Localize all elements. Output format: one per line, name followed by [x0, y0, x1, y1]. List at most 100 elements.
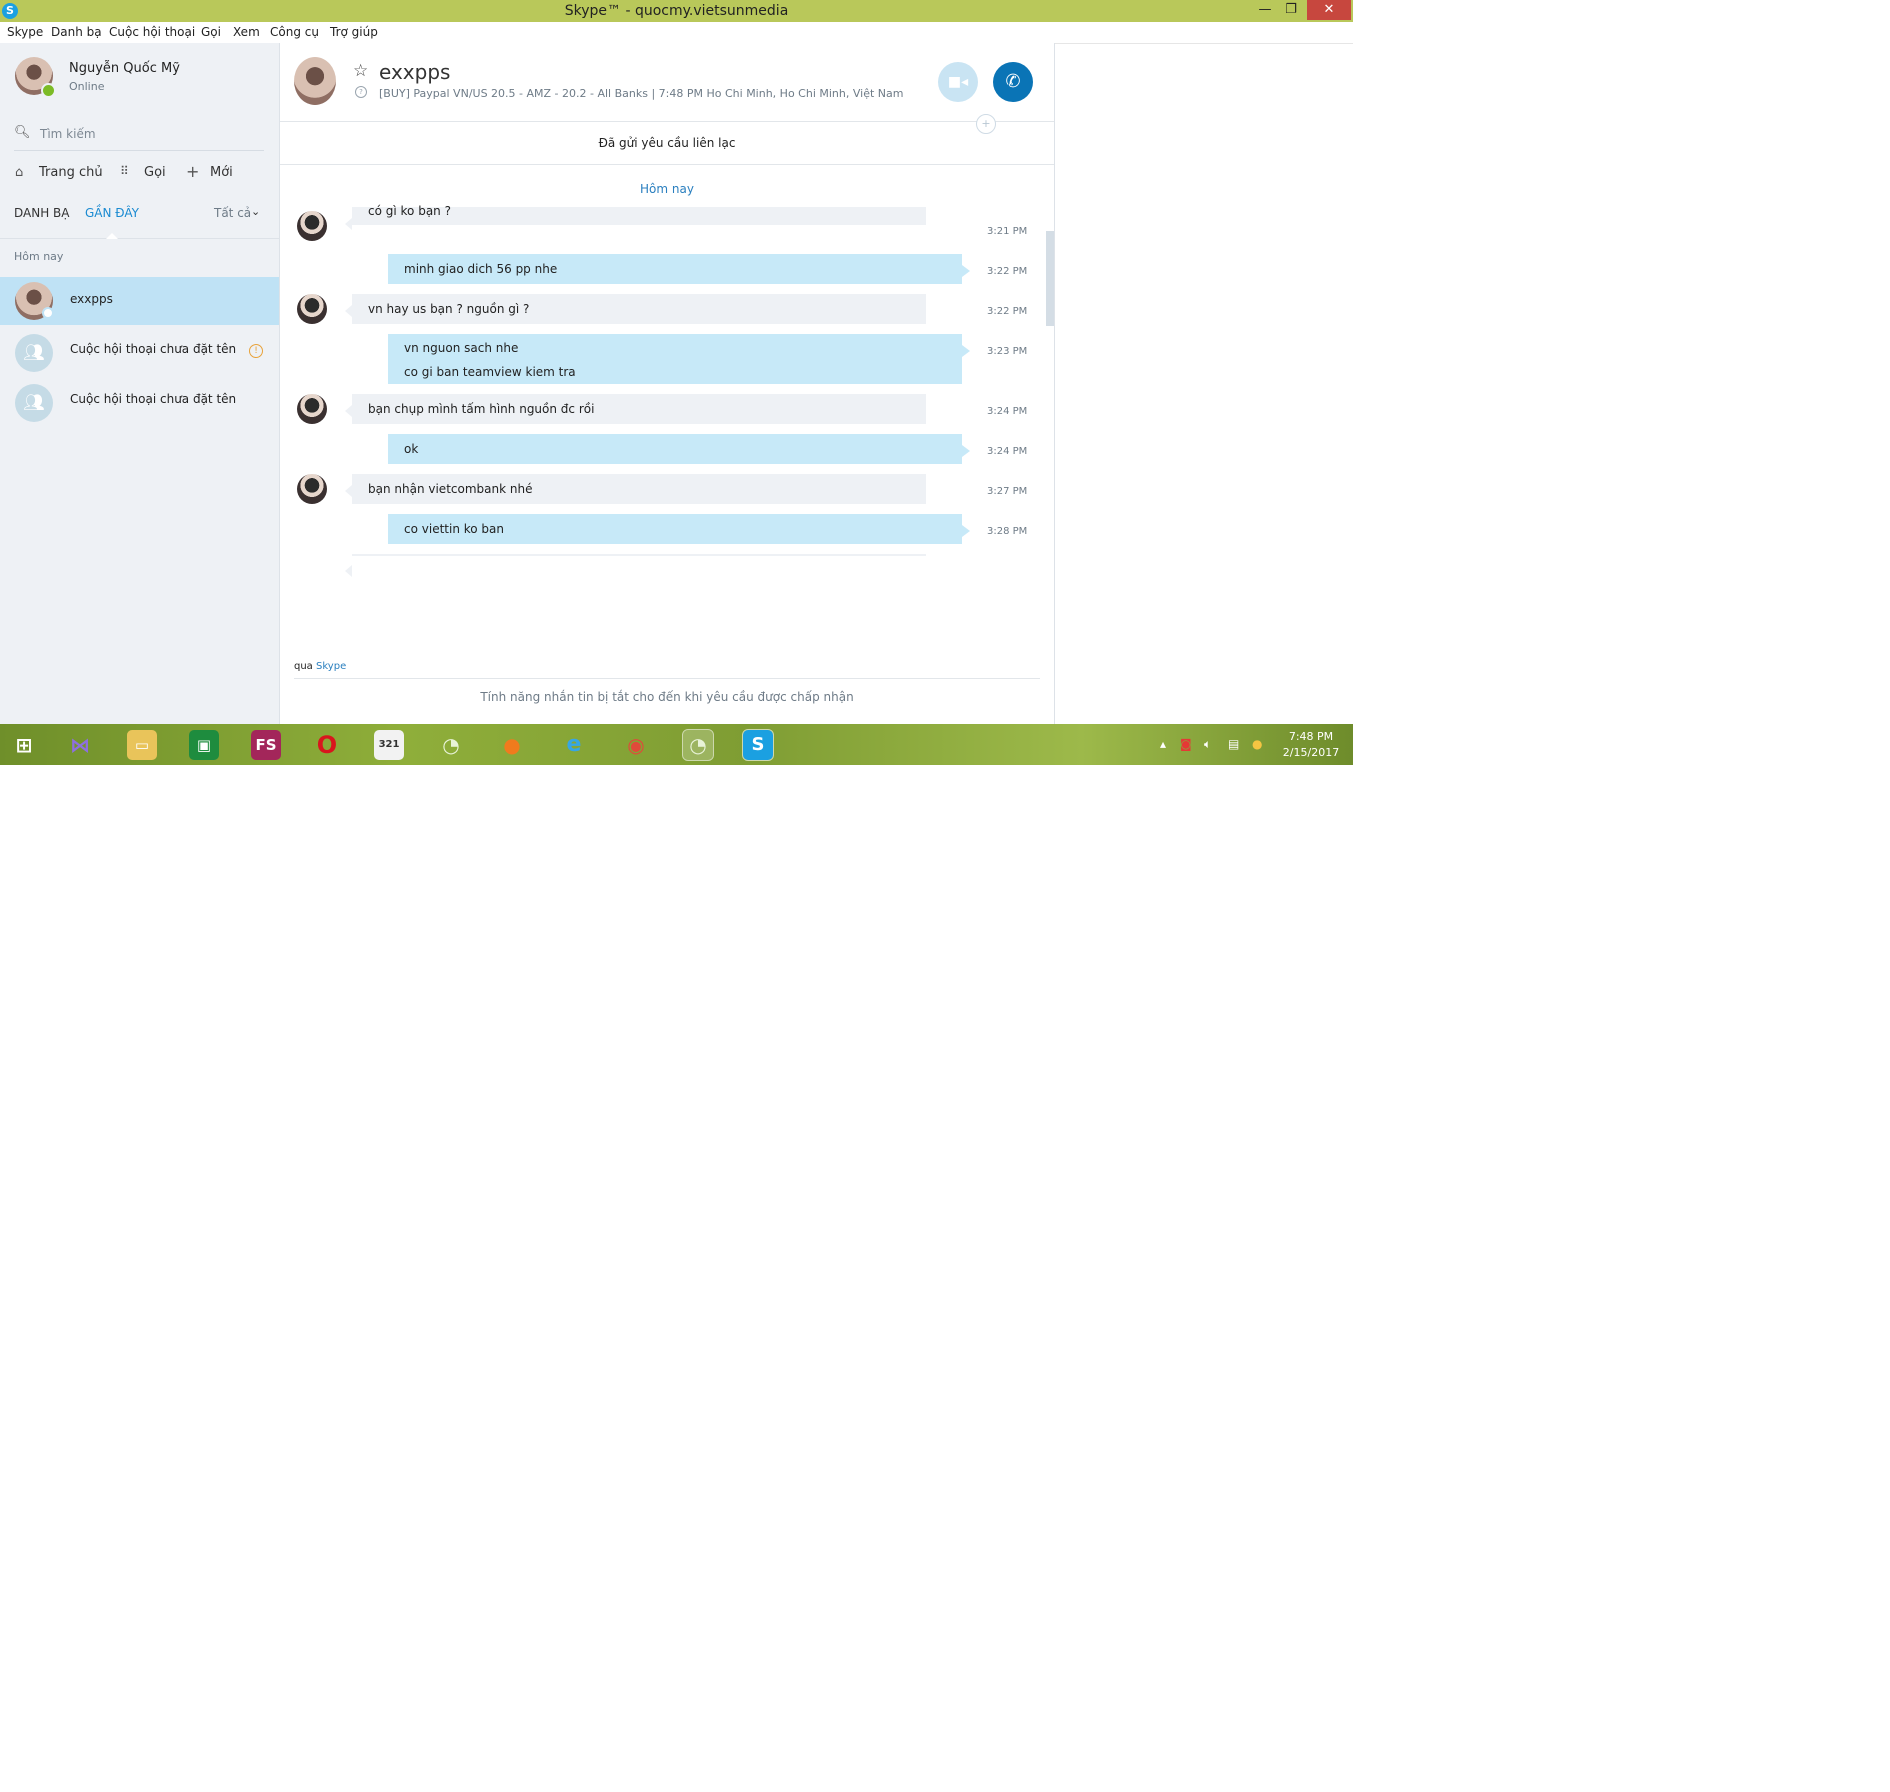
message-time: 3:24 PM	[987, 446, 1028, 457]
group-icon: 👥︎	[15, 334, 53, 372]
message-time: 3:22 PM	[987, 266, 1028, 277]
sender-avatar	[297, 394, 327, 424]
chat-scrollbar[interactable]	[1046, 231, 1054, 326]
incoming-message[interactable]: vn hay us bạn ? nguồn gì ?	[345, 294, 926, 324]
conversation-item[interactable]: 👥︎ Cuộc hội thoại chưa đặt tên !	[0, 327, 279, 375]
outgoing-message[interactable]: ok	[388, 434, 970, 464]
search-input[interactable]: Tìm kiếm	[40, 127, 96, 141]
menu-help[interactable]: Trợ giúp	[330, 25, 378, 39]
message-time: 3:24 PM	[987, 406, 1028, 417]
chat-panel: ☆ exxpps ? [BUY] Paypal VN/US 20.5 - AMZ…	[280, 43, 1055, 724]
chevron-down-icon[interactable]: ⌄	[251, 205, 260, 218]
incoming-message[interactable]: bạn nhận vietcombank nhé	[345, 474, 926, 504]
chat-contact-avatar[interactable]	[294, 57, 336, 105]
tab-contacts[interactable]: DANH BẠ	[14, 206, 70, 220]
sender-avatar	[297, 474, 327, 504]
profile-status[interactable]: Online	[69, 80, 104, 93]
message-text: vn hay us bạn ? nguồn gì ?	[368, 302, 530, 316]
conversation-item[interactable]: 👥︎ Cuộc hội thoại chưa đặt tên	[0, 377, 279, 425]
coccoc-icon[interactable]: ◔	[436, 730, 466, 760]
fs-app-icon[interactable]: FS	[251, 730, 281, 760]
composer-divider	[294, 678, 1040, 679]
restore-button[interactable]: ❐	[1278, 0, 1304, 20]
recent-section-header: Hôm nay	[14, 250, 64, 263]
conversation-label: Cuộc hội thoại chưa đặt tên	[70, 392, 237, 406]
search-box[interactable]: 🔍︎ Tìm kiếm	[14, 124, 264, 151]
request-notice: Đã gửi yêu cầu liên lạc	[598, 136, 736, 150]
menu-view[interactable]: Xem	[233, 25, 260, 39]
message-text: co viettin ko ban	[404, 522, 504, 536]
message-time: 3:21 PM	[987, 226, 1028, 237]
conversation-item[interactable]: exxpps	[0, 277, 279, 325]
incoming-message[interactable]: bạn chụp mình tấm hình nguồn đc rồi	[345, 394, 926, 424]
windows-start-icon[interactable]: ⊞	[9, 730, 39, 760]
message-text: bạn nhận vietcombank nhé	[368, 482, 533, 496]
sidebar: Nguyễn Quốc Mỹ Online 🔍︎ Tìm kiếm ⌂ Tran…	[0, 43, 280, 724]
menu-bar: Skype Danh bạ Cuộc hội thoại Gọi Xem Côn…	[0, 22, 1353, 44]
new-button[interactable]: Mới	[210, 165, 233, 180]
media-player-icon[interactable]: 321	[374, 730, 404, 760]
date-separator: Hôm nay	[640, 182, 694, 196]
online-status-icon	[41, 83, 56, 98]
coccoc-window-icon[interactable]: ◔	[682, 729, 714, 761]
visual-studio-icon[interactable]: ⋈	[65, 730, 95, 760]
active-tab-indicator	[106, 233, 118, 239]
tabs-divider	[0, 238, 279, 239]
chat-contact-name[interactable]: exxpps	[379, 60, 450, 84]
chat-header: ☆ exxpps ? [BUY] Paypal VN/US 20.5 - AMZ…	[280, 43, 1054, 122]
incoming-message[interactable]: có gì ko bạn ?	[345, 205, 926, 230]
home-icon: ⌂	[15, 165, 24, 180]
menu-skype[interactable]: Skype	[7, 25, 43, 39]
video-call-button[interactable]: ■◂	[938, 62, 978, 102]
store-icon[interactable]: ▣	[189, 730, 219, 760]
file-explorer-icon[interactable]: ▭	[127, 730, 157, 760]
outgoing-message[interactable]: vn nguon sach nhe co gi ban teamview kie…	[388, 334, 970, 384]
chrome-icon[interactable]: ◉	[621, 730, 651, 760]
menu-tools[interactable]: Công cụ	[270, 25, 319, 39]
antivirus-tray-icon[interactable]: ◙	[1180, 737, 1192, 751]
phone-icon: ✆	[1005, 71, 1021, 92]
video-camera-icon: ■◂	[947, 74, 969, 90]
message-time: 3:27 PM	[987, 486, 1028, 497]
filter-dropdown[interactable]: Tất cả	[214, 206, 251, 220]
via-brand[interactable]: Skype	[316, 661, 346, 672]
contact-request-bar: Đã gửi yêu cầu liên lạc	[280, 122, 1054, 165]
message-time: 3:22 PM	[987, 306, 1028, 317]
message-text: bạn chụp mình tấm hình nguồn đc rồi	[368, 402, 595, 416]
tab-recent[interactable]: GẦN ĐÂY	[85, 206, 139, 220]
opera-icon[interactable]: O	[312, 730, 342, 760]
network-icon[interactable]: ▤	[1228, 737, 1239, 751]
dialpad-icon: ⠿	[120, 164, 129, 178]
messaging-disabled-note: Tính năng nhắn tin bị tắt cho đến khi yê…	[480, 690, 854, 704]
contact-mood-message: [BUY] Paypal VN/US 20.5 - AMZ - 20.2 - A…	[379, 87, 904, 100]
menu-call[interactable]: Gọi	[201, 25, 221, 39]
internet-explorer-icon[interactable]: e	[559, 730, 589, 760]
message-list[interactable]: Hôm nay có gì ko bạn ? 3:21 PM minh giao…	[280, 165, 1054, 657]
outgoing-message[interactable]: minh giao dich 56 pp nhe	[388, 254, 970, 284]
outgoing-message[interactable]: co viettin ko ban	[388, 514, 970, 544]
menu-contacts[interactable]: Danh bạ	[51, 25, 102, 39]
message-text: minh giao dich 56 pp nhe	[404, 262, 558, 276]
warning-icon: !	[249, 344, 263, 358]
taskbar-clock[interactable]: 7:48 PM 2/15/2017	[1282, 729, 1340, 761]
profile-name[interactable]: Nguyễn Quốc Mỹ	[69, 61, 180, 76]
menu-conversations[interactable]: Cuộc hội thoại	[109, 25, 195, 39]
voice-call-button[interactable]: ✆	[993, 62, 1033, 102]
firefox-icon[interactable]: ●	[497, 730, 527, 760]
star-icon[interactable]: ☆	[353, 61, 368, 81]
tray-expand-icon[interactable]: ▴	[1160, 737, 1166, 751]
home-button[interactable]: Trang chủ	[39, 165, 103, 180]
window-title: Skype™ - quocmy.vietsunmedia	[564, 3, 789, 19]
clock-time: 7:48 PM	[1288, 730, 1334, 743]
skype-taskbar-icon[interactable]: S	[742, 729, 774, 761]
plus-icon: +	[186, 162, 200, 181]
message-time: 3:23 PM	[987, 346, 1028, 357]
minimize-button[interactable]: —	[1252, 0, 1278, 20]
volume-icon[interactable]: 🔈︎	[1204, 737, 1211, 752]
via-prefix: qua	[294, 661, 313, 672]
call-nav-button[interactable]: Gọi	[144, 165, 166, 180]
pending-status-icon	[42, 307, 54, 319]
close-button[interactable]: ✕	[1307, 0, 1351, 20]
skype-window: S Skype™ - quocmy.vietsunmedia — ❐ ✕ Sky…	[0, 0, 1353, 765]
weather-tray-icon[interactable]: ●	[1252, 737, 1262, 751]
